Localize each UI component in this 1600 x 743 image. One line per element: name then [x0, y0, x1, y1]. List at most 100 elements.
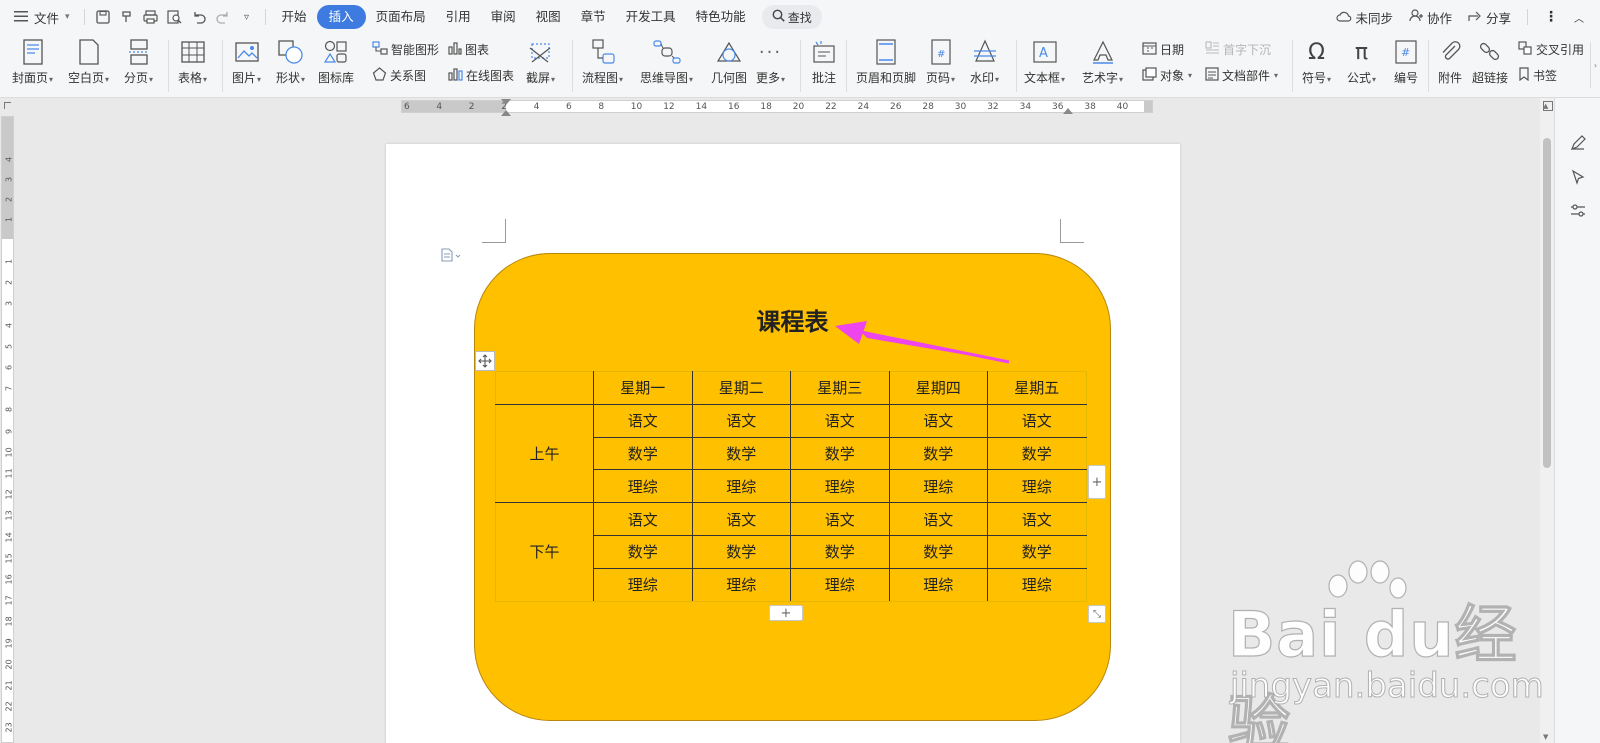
- tab-review[interactable]: 审阅: [481, 5, 526, 29]
- paragraph-options-icon[interactable]: [440, 248, 462, 265]
- vertical-scrollbar[interactable]: ▲ ▼: [1540, 98, 1554, 743]
- mindmap-button[interactable]: 思维导图: [640, 34, 693, 86]
- table-cell[interactable]: 理综: [987, 567, 1087, 602]
- tab-home[interactable]: 开始: [272, 5, 317, 29]
- save-icon[interactable]: [91, 5, 115, 29]
- more-button[interactable]: ··· 更多: [756, 34, 785, 86]
- wordart-button[interactable]: 艺术字: [1082, 34, 1123, 86]
- watermark-button[interactable]: 水印: [970, 34, 999, 86]
- tab-page-layout[interactable]: 页面布局: [366, 5, 436, 29]
- header-monday[interactable]: 星期一: [593, 371, 693, 405]
- file-menu[interactable]: 文件 ▾: [0, 5, 78, 29]
- table-cell[interactable]: 语文: [593, 403, 693, 438]
- ribbon-scroll-right-icon[interactable]: ›: [1590, 42, 1600, 88]
- horizontal-ruler[interactable]: 6 4 2 2 4 6 8 10 12 14 16 18 20 22 24 26 28 30 32 34 36 38 40: [0, 98, 1540, 116]
- table-cell[interactable]: 语文: [888, 403, 988, 438]
- header-friday[interactable]: 星期五: [987, 371, 1087, 405]
- table-cell[interactable]: 理综: [593, 469, 693, 504]
- dropcap-button[interactable]: 首字下沉: [1205, 41, 1271, 58]
- header-thursday[interactable]: 星期四: [888, 371, 988, 405]
- format-painter-icon[interactable]: [115, 5, 139, 29]
- picture-button[interactable]: 图片: [232, 34, 261, 86]
- add-column-button[interactable]: +: [1088, 465, 1106, 499]
- geometry-button[interactable]: 几何图: [711, 34, 747, 86]
- table-cell[interactable]: 语文: [593, 502, 693, 536]
- add-row-button[interactable]: +: [769, 605, 803, 621]
- table-cell[interactable]: 语文: [987, 502, 1087, 536]
- hyperlink-button[interactable]: 超链接: [1472, 34, 1508, 86]
- table-cell[interactable]: 数学: [790, 534, 890, 569]
- table-cell[interactable]: 数学: [888, 534, 988, 569]
- blank-page-button[interactable]: 空白页: [68, 34, 109, 86]
- screenshot-button[interactable]: 截屏: [526, 34, 555, 86]
- table-cell[interactable]: 语文: [790, 403, 890, 438]
- table-cell[interactable]: 语文: [888, 502, 988, 536]
- pen-icon[interactable]: [1569, 134, 1587, 152]
- smartart-button[interactable]: 智能图形: [372, 41, 439, 58]
- cross-reference-button[interactable]: 交叉引用: [1518, 41, 1584, 58]
- scroll-down-icon[interactable]: ▼: [1543, 733, 1548, 741]
- table-cell[interactable]: 理综: [691, 469, 791, 504]
- redo-icon[interactable]: [211, 5, 235, 29]
- table-cell[interactable]: 理综: [888, 567, 988, 602]
- tab-section[interactable]: 章节: [571, 5, 616, 29]
- online-chart-button[interactable]: 在线图表: [448, 67, 514, 84]
- scrollbar-thumb[interactable]: [1543, 138, 1551, 468]
- table-cell[interactable]: 语文: [691, 502, 791, 536]
- table-cell[interactable]: 数学: [691, 436, 791, 471]
- indent-marker-icon[interactable]: [501, 99, 511, 105]
- table-cell[interactable]: 理综: [987, 469, 1087, 504]
- table-button[interactable]: 表格: [178, 34, 207, 86]
- bookmark-button[interactable]: 书签: [1518, 67, 1557, 84]
- undo-icon[interactable]: [187, 5, 211, 29]
- sync-status-button[interactable]: 未同步: [1330, 8, 1399, 27]
- icon-library-button[interactable]: 图标库: [318, 34, 354, 86]
- customize-toolbar-icon[interactable]: ▿: [235, 5, 259, 29]
- collaborate-button[interactable]: 协作: [1403, 8, 1458, 27]
- print-preview-icon[interactable]: [163, 5, 187, 29]
- morning-label[interactable]: 上午: [495, 403, 594, 504]
- tab-features[interactable]: 特色功能: [686, 5, 756, 29]
- table-cell[interactable]: 理综: [790, 469, 890, 504]
- shape-button[interactable]: 形状: [276, 34, 305, 86]
- schedule-table[interactable]: 星期一 星期二 星期三 星期四 星期五 上午 语文 语文 语文 语文 语文 数学…: [495, 371, 1087, 602]
- table-cell[interactable]: 理综: [593, 567, 693, 602]
- page-break-button[interactable]: 分页: [124, 34, 153, 86]
- rounded-rectangle-shape[interactable]: 课程表 星期一 星期二 星期三 星期四 星期五 上午 语文 语文 语文 语文 语…: [474, 253, 1111, 721]
- numbering-button[interactable]: # 编号: [1392, 34, 1420, 86]
- share-button[interactable]: 分享: [1462, 8, 1517, 27]
- table-corner-cell[interactable]: [495, 371, 594, 405]
- comment-button[interactable]: 批注: [810, 34, 838, 86]
- header-footer-button[interactable]: 页眉和页脚: [856, 34, 916, 86]
- textbox-button[interactable]: A 文本框: [1024, 34, 1065, 86]
- indent-marker-icon[interactable]: [501, 110, 511, 116]
- search-button[interactable]: 查找: [761, 5, 822, 29]
- object-button[interactable]: 对象: [1142, 67, 1192, 84]
- table-cell[interactable]: 数学: [790, 436, 890, 471]
- tab-developer[interactable]: 开发工具: [616, 5, 686, 29]
- table-cell[interactable]: 理综: [790, 567, 890, 602]
- doc-parts-button[interactable]: 文档部件: [1205, 67, 1278, 84]
- table-cell[interactable]: 数学: [691, 534, 791, 569]
- tab-references[interactable]: 引用: [436, 5, 481, 29]
- header-wednesday[interactable]: 星期三: [790, 371, 890, 405]
- tab-view[interactable]: 视图: [526, 5, 571, 29]
- cover-page-button[interactable]: 封面页: [12, 34, 53, 86]
- formula-button[interactable]: π 公式: [1347, 34, 1376, 86]
- more-options-icon[interactable]: ⋮: [1538, 9, 1564, 25]
- collapse-ribbon-icon[interactable]: ︿: [1568, 10, 1590, 25]
- date-button[interactable]: 日期: [1142, 41, 1184, 58]
- header-tuesday[interactable]: 星期二: [691, 371, 791, 405]
- afternoon-label[interactable]: 下午: [495, 502, 594, 602]
- relation-diagram-button[interactable]: 关系图: [372, 67, 426, 84]
- flowchart-button[interactable]: 流程图: [582, 34, 623, 86]
- attachment-button[interactable]: 附件: [1436, 34, 1464, 86]
- table-cell[interactable]: 理综: [888, 469, 988, 504]
- table-cell[interactable]: 数学: [888, 436, 988, 471]
- table-cell[interactable]: 理综: [691, 567, 791, 602]
- split-view-icon[interactable]: [1543, 101, 1553, 111]
- table-cell[interactable]: 数学: [593, 534, 693, 569]
- table-cell[interactable]: 语文: [790, 502, 890, 536]
- table-cell[interactable]: 数学: [593, 436, 693, 471]
- table-cell[interactable]: 数学: [987, 534, 1087, 569]
